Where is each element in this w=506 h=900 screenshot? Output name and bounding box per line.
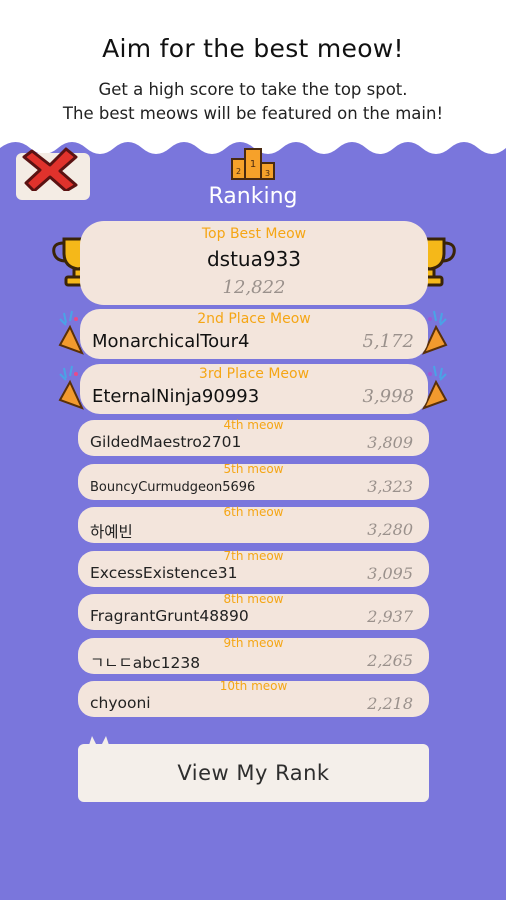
rank-place-label: 7th meow [223,549,284,563]
rank-card-third: 3rd Place Meow EternalNinja90993 3,998 [80,364,428,414]
rank-player-name: 하예빈 [90,523,133,541]
header-subtitle-line2: The best meows will be featured on the m… [62,104,444,123]
rank-score: 3,095 [367,564,413,583]
view-my-rank-button[interactable]: View My Rank [78,744,429,802]
header-subtitle-line1: Get a high score to take the top spot. [98,80,408,99]
rank-place-label: 5th meow [223,462,284,476]
podium-icon: 1 2 3 [231,148,275,180]
rank-player-name: ㄱㄴㄷabc1238 [90,654,201,672]
rank-player-name: MonarchicalTour4 [92,331,250,352]
rank-row: 10th meow chyooni 2,218 [78,679,429,717]
rank-player-name: chyooni [90,694,151,712]
ranking-title: Ranking [208,184,298,209]
rank-row: 6th meow 하예빈 3,280 [78,505,429,543]
rank-score: 2,218 [367,694,413,713]
rank-place-label: 6th meow [223,505,284,519]
rank-place-label: 9th meow [223,636,284,650]
rank-place-label: 3rd Place Meow [198,366,310,382]
rank-card-top: Top Best Meow dstua933 12,822 [80,221,428,305]
rank-player-name: FragrantGrunt48890 [90,607,249,625]
rank-row: 7th meow ExcessExistence31 3,095 [78,549,429,587]
rank-score: 3,998 [362,386,414,407]
rank-score: 2,937 [367,607,413,626]
rank-score: 5,172 [362,331,414,352]
svg-text:2: 2 [236,167,241,176]
rank-card-second: 2nd Place Meow MonarchicalTour4 5,172 [80,309,428,359]
header-subtitle: Get a high score to take the top spot. T… [0,78,506,126]
rank-score: 3,280 [367,520,413,539]
rank-player-name: ExcessExistence31 [90,564,238,582]
rank-row: 9th meow ㄱㄴㄷabc1238 2,265 [78,636,429,674]
rank-place-label: 8th meow [223,592,284,606]
rank-row: 8th meow FragrantGrunt48890 2,937 [78,592,429,630]
header-title: Aim for the best meow! [102,34,404,63]
rank-place-label: Top Best Meow [201,226,307,242]
rank-score: 12,822 [222,277,286,298]
rank-player-name: dstua933 [206,247,302,271]
rank-place-label: 10th meow [219,679,288,693]
rank-player-name: GildedMaestro2701 [90,433,242,451]
svg-text:3: 3 [265,169,270,178]
rank-player-name: BouncyCurmudgeon5696 [90,480,256,495]
svg-text:1: 1 [250,159,256,170]
rank-player-name: EternalNinja90993 [92,386,260,407]
rank-place-label: 2nd Place Meow [197,311,311,327]
rank-place-label: 4th meow [223,418,284,432]
rank-score: 3,323 [367,477,413,496]
rank-row: 5th meow BouncyCurmudgeon5696 3,323 [78,462,429,500]
rank-row: 4th meow GildedMaestro2701 3,809 [78,418,429,456]
rank-score: 2,265 [367,651,413,670]
rank-score: 3,809 [367,433,413,452]
